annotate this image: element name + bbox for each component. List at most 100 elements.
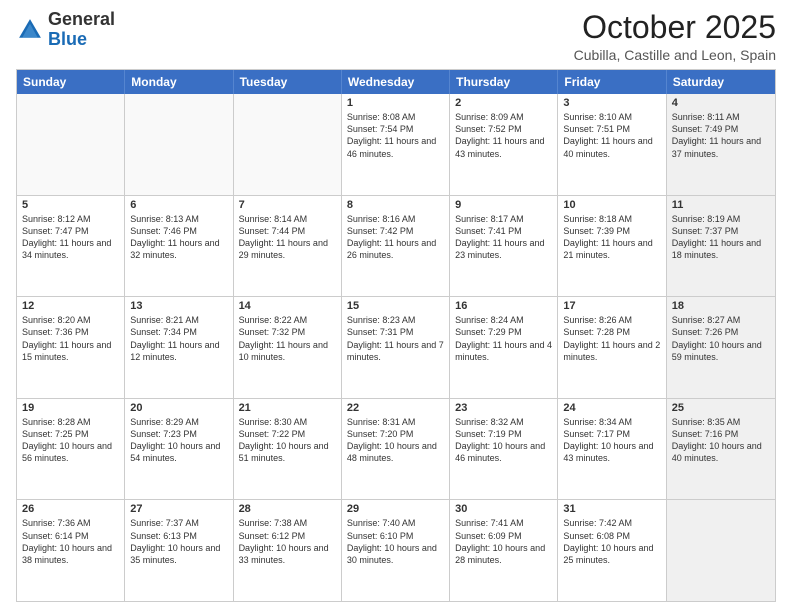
calendar-cell-empty-0-1 [125, 94, 233, 195]
cell-info: Sunrise: 8:35 AM Sunset: 7:16 PM Dayligh… [672, 416, 770, 465]
cell-info: Sunrise: 8:11 AM Sunset: 7:49 PM Dayligh… [672, 111, 770, 160]
calendar-row-1: 5 Sunrise: 8:12 AM Sunset: 7:47 PM Daylig… [17, 195, 775, 297]
cell-info: Sunrise: 7:36 AM Sunset: 6:14 PM Dayligh… [22, 517, 119, 566]
logo-icon [16, 16, 44, 44]
month-title: October 2025 [574, 10, 776, 45]
day-number: 13 [130, 300, 227, 312]
cell-info: Sunrise: 7:42 AM Sunset: 6:08 PM Dayligh… [563, 517, 660, 566]
cell-info: Sunrise: 7:38 AM Sunset: 6:12 PM Dayligh… [239, 517, 336, 566]
weekday-header-sunday: Sunday [17, 70, 125, 94]
cell-info: Sunrise: 8:16 AM Sunset: 7:42 PM Dayligh… [347, 213, 444, 262]
cell-info: Sunrise: 8:27 AM Sunset: 7:26 PM Dayligh… [672, 314, 770, 363]
cell-info: Sunrise: 8:30 AM Sunset: 7:22 PM Dayligh… [239, 416, 336, 465]
cell-info: Sunrise: 8:32 AM Sunset: 7:19 PM Dayligh… [455, 416, 552, 465]
cell-info: Sunrise: 8:19 AM Sunset: 7:37 PM Dayligh… [672, 213, 770, 262]
calendar-cell-6: 6Sunrise: 8:13 AM Sunset: 7:46 PM Daylig… [125, 196, 233, 297]
calendar-cell-24: 24Sunrise: 8:34 AM Sunset: 7:17 PM Dayli… [558, 399, 666, 500]
cell-info: Sunrise: 8:34 AM Sunset: 7:17 PM Dayligh… [563, 416, 660, 465]
cell-info: Sunrise: 8:18 AM Sunset: 7:39 PM Dayligh… [563, 213, 660, 262]
calendar-row-4: 26 Sunrise: 7:36 AM Sunset: 6:14 PM Dayli… [17, 499, 775, 601]
day-number: 7 [239, 199, 336, 211]
weekday-header-friday: Friday [558, 70, 666, 94]
day-number: 20 [130, 402, 227, 414]
weekday-header-saturday: Saturday [667, 70, 775, 94]
calendar-cell-30: 30 Sunrise: 7:41 AM Sunset: 6:09 PM Dayli… [450, 500, 558, 601]
header: General Blue October 2025 Cubilla, Casti… [16, 10, 776, 63]
cell-info: Sunrise: 8:08 AM Sunset: 7:54 PM Dayligh… [347, 111, 444, 160]
calendar-cell-2: 2Sunrise: 8:09 AM Sunset: 7:52 PM Daylig… [450, 94, 558, 195]
cell-info: Sunrise: 8:12 AM Sunset: 7:47 PM Dayligh… [22, 213, 119, 262]
day-number: 6 [130, 199, 227, 211]
calendar-cell-1: 1 Sunrise: 8:08 AM Sunset: 7:54 PM Daylig… [342, 94, 450, 195]
day-number: 22 [347, 402, 444, 414]
day-number: 19 [22, 402, 119, 414]
calendar: SundayMondayTuesdayWednesdayThursdayFrid… [16, 69, 776, 602]
calendar-cell-29: 29Sunrise: 7:40 AM Sunset: 6:10 PM Dayli… [342, 500, 450, 601]
calendar-row-2: 12Sunrise: 8:20 AM Sunset: 7:36 PM Dayli… [17, 296, 775, 398]
calendar-cell-10: 10 Sunrise: 8:18 AM Sunset: 7:39 PM Dayli… [558, 196, 666, 297]
cell-info: Sunrise: 7:41 AM Sunset: 6:09 PM Dayligh… [455, 517, 552, 566]
day-number: 8 [347, 199, 444, 211]
calendar-cell-empty-0-2 [234, 94, 342, 195]
calendar-cell-26: 26 Sunrise: 7:36 AM Sunset: 6:14 PM Dayli… [17, 500, 125, 601]
logo-text: General Blue [48, 10, 115, 50]
calendar-cell-23: 23 Sunrise: 8:32 AM Sunset: 7:19 PM Dayli… [450, 399, 558, 500]
day-number: 5 [22, 199, 119, 211]
page: General Blue October 2025 Cubilla, Casti… [0, 0, 792, 612]
calendar-cell-9: 9 Sunrise: 8:17 AM Sunset: 7:41 PM Daylig… [450, 196, 558, 297]
day-number: 15 [347, 300, 444, 312]
calendar-cell-5: 5 Sunrise: 8:12 AM Sunset: 7:47 PM Daylig… [17, 196, 125, 297]
logo-blue: Blue [48, 29, 87, 49]
calendar-cell-27: 27Sunrise: 7:37 AM Sunset: 6:13 PM Dayli… [125, 500, 233, 601]
cell-info: Sunrise: 8:17 AM Sunset: 7:41 PM Dayligh… [455, 213, 552, 262]
cell-info: Sunrise: 8:29 AM Sunset: 7:23 PM Dayligh… [130, 416, 227, 465]
cell-info: Sunrise: 8:23 AM Sunset: 7:31 PM Dayligh… [347, 314, 444, 363]
cell-info: Sunrise: 8:28 AM Sunset: 7:25 PM Dayligh… [22, 416, 119, 465]
day-number: 4 [672, 97, 770, 109]
weekday-header-monday: Monday [125, 70, 233, 94]
calendar-header: SundayMondayTuesdayWednesdayThursdayFrid… [17, 70, 775, 94]
day-number: 26 [22, 503, 119, 515]
day-number: 23 [455, 402, 552, 414]
cell-info: Sunrise: 8:31 AM Sunset: 7:20 PM Dayligh… [347, 416, 444, 465]
calendar-cell-21: 21 Sunrise: 8:30 AM Sunset: 7:22 PM Dayli… [234, 399, 342, 500]
cell-info: Sunrise: 8:20 AM Sunset: 7:36 PM Dayligh… [22, 314, 119, 363]
weekday-header-thursday: Thursday [450, 70, 558, 94]
day-number: 21 [239, 402, 336, 414]
day-number: 18 [672, 300, 770, 312]
calendar-row-3: 19 Sunrise: 8:28 AM Sunset: 7:25 PM Dayli… [17, 398, 775, 500]
calendar-cell-17: 17Sunrise: 8:26 AM Sunset: 7:28 PM Dayli… [558, 297, 666, 398]
calendar-cell-14: 14Sunrise: 8:22 AM Sunset: 7:32 PM Dayli… [234, 297, 342, 398]
day-number: 2 [455, 97, 552, 109]
day-number: 16 [455, 300, 552, 312]
calendar-cell-empty-0-0 [17, 94, 125, 195]
cell-info: Sunrise: 7:40 AM Sunset: 6:10 PM Dayligh… [347, 517, 444, 566]
cell-info: Sunrise: 8:21 AM Sunset: 7:34 PM Dayligh… [130, 314, 227, 363]
weekday-header-wednesday: Wednesday [342, 70, 450, 94]
day-number: 17 [563, 300, 660, 312]
calendar-cell-16: 16Sunrise: 8:24 AM Sunset: 7:29 PM Dayli… [450, 297, 558, 398]
cell-info: Sunrise: 8:14 AM Sunset: 7:44 PM Dayligh… [239, 213, 336, 262]
day-number: 30 [455, 503, 552, 515]
cell-info: Sunrise: 8:10 AM Sunset: 7:51 PM Dayligh… [563, 111, 660, 160]
day-number: 11 [672, 199, 770, 211]
calendar-cell-4: 4 Sunrise: 8:11 AM Sunset: 7:49 PM Daylig… [667, 94, 775, 195]
location-title: Cubilla, Castille and Leon, Spain [574, 47, 776, 63]
calendar-cell-18: 18 Sunrise: 8:27 AM Sunset: 7:26 PM Dayli… [667, 297, 775, 398]
calendar-cell-28: 28Sunrise: 7:38 AM Sunset: 6:12 PM Dayli… [234, 500, 342, 601]
calendar-cell-7: 7 Sunrise: 8:14 AM Sunset: 7:44 PM Daylig… [234, 196, 342, 297]
day-number: 31 [563, 503, 660, 515]
calendar-cell-31: 31 Sunrise: 7:42 AM Sunset: 6:08 PM Dayli… [558, 500, 666, 601]
calendar-body: 1 Sunrise: 8:08 AM Sunset: 7:54 PM Daylig… [17, 94, 775, 601]
day-number: 25 [672, 402, 770, 414]
day-number: 3 [563, 97, 660, 109]
calendar-cell-25: 25 Sunrise: 8:35 AM Sunset: 7:16 PM Dayli… [667, 399, 775, 500]
calendar-cell-13: 13 Sunrise: 8:21 AM Sunset: 7:34 PM Dayli… [125, 297, 233, 398]
title-block: October 2025 Cubilla, Castille and Leon,… [574, 10, 776, 63]
calendar-cell-22: 22 Sunrise: 8:31 AM Sunset: 7:20 PM Dayli… [342, 399, 450, 500]
calendar-cell-8: 8 Sunrise: 8:16 AM Sunset: 7:42 PM Daylig… [342, 196, 450, 297]
day-number: 9 [455, 199, 552, 211]
day-number: 10 [563, 199, 660, 211]
day-number: 1 [347, 97, 444, 109]
calendar-cell-12: 12Sunrise: 8:20 AM Sunset: 7:36 PM Dayli… [17, 297, 125, 398]
